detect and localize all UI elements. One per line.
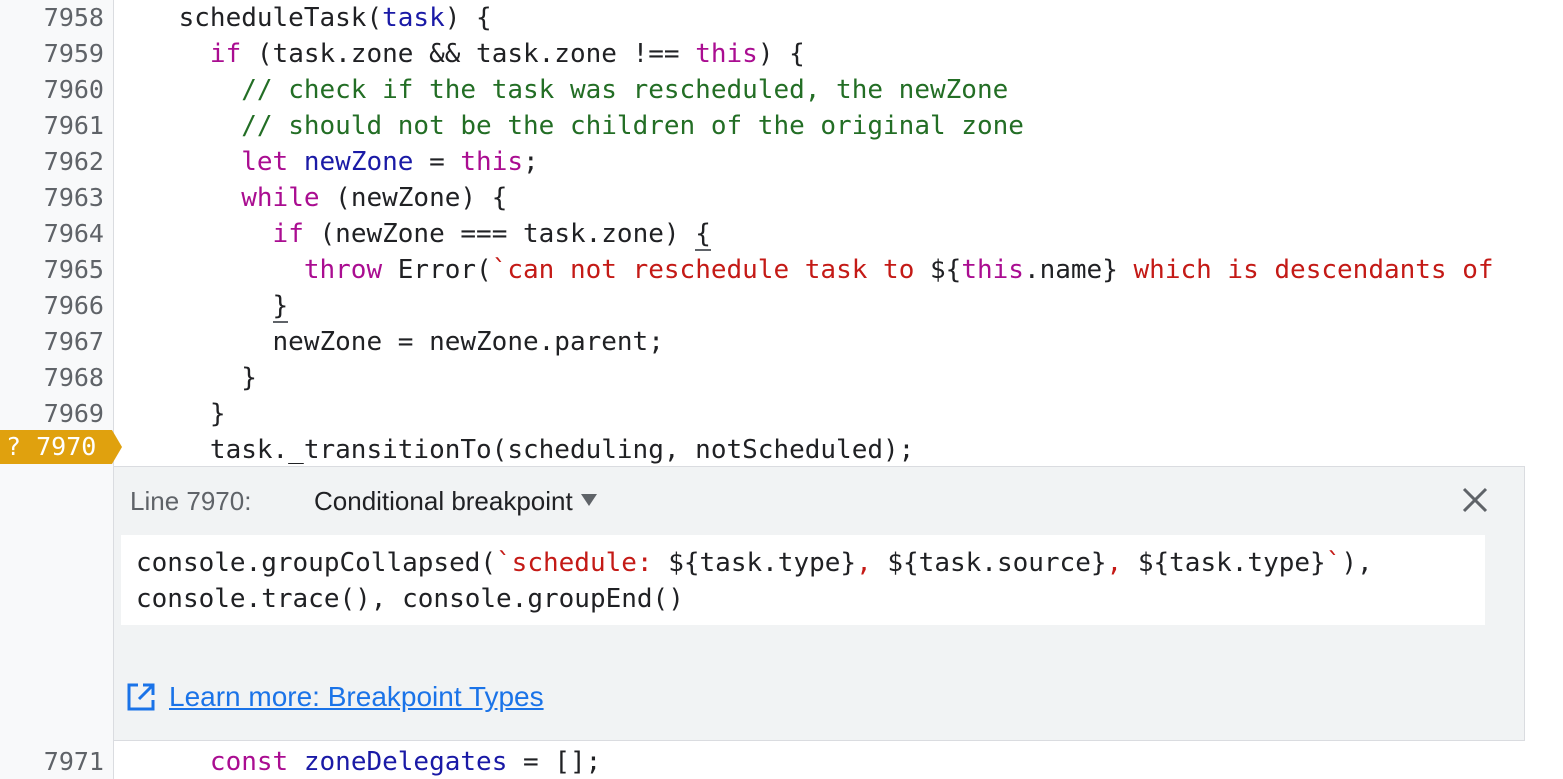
close-icon: [1462, 487, 1488, 513]
close-button[interactable]: [1460, 485, 1490, 515]
code-text: scheduleTask(task) {: [116, 0, 492, 36]
line-number[interactable]: 7967: [0, 324, 104, 360]
line-number[interactable]: 7968: [0, 360, 104, 396]
code-token: ) {: [444, 3, 492, 33]
condition-token: ),: [1341, 548, 1373, 578]
code-token: newZone = newZone.parent;: [116, 327, 664, 357]
code-text: let newZone = this;: [116, 144, 539, 180]
external-link-icon: [127, 683, 155, 711]
code-token: ;: [523, 147, 539, 177]
code-token: let: [241, 147, 289, 177]
code-text: }: [116, 360, 257, 396]
condition-token: `: [1325, 548, 1342, 578]
code-text: throw Error(`can not reschedule task to …: [116, 252, 1494, 288]
condition-token: ${task.source}: [887, 548, 1107, 578]
code-token: {: [695, 219, 711, 251]
line-number[interactable]: 7959: [0, 36, 104, 72]
breakpoint-line-label: Line 7970:: [130, 486, 252, 516]
code-token: which is descendants of: [1117, 255, 1494, 285]
code-text: }: [116, 396, 226, 432]
condition-line: console.groupCollapsed(`schedule: ${task…: [136, 545, 1373, 581]
code-token: ${: [930, 255, 962, 285]
code-token: if: [209, 39, 242, 69]
code-token: zoneDelegates: [303, 747, 508, 777]
condition-token: `schedule:: [496, 548, 669, 578]
code-token: .name}: [1023, 255, 1118, 285]
code-token: task: [382, 3, 445, 33]
line-number[interactable]: 7960: [0, 72, 104, 108]
code-token: =: [413, 147, 461, 177]
code-token: throw: [303, 255, 383, 285]
breakpoint-marker-label: ? 7970: [6, 432, 97, 461]
line-number[interactable]: 7971: [0, 744, 104, 779]
code-text: const zoneDelegates = [];: [116, 744, 601, 779]
code-text: // check if the task was rescheduled, th…: [116, 72, 1008, 108]
learn-more-text: Learn more: Breakpoint Types: [169, 681, 544, 712]
code-token: newZone: [303, 147, 414, 177]
code-token: if: [272, 219, 304, 249]
condition-token: ,: [1106, 548, 1138, 578]
line-number[interactable]: 7965: [0, 252, 104, 288]
breakpoint-marker[interactable]: ? 7970: [0, 430, 122, 464]
condition-token: ${task.type}: [668, 548, 857, 578]
code-text: // should not be the children of the ori…: [116, 108, 1024, 144]
learn-more-link[interactable]: Learn more: Breakpoint Types: [126, 679, 544, 715]
caret-down-icon: [580, 494, 597, 506]
code-token: Error(: [382, 255, 492, 285]
line-number[interactable]: 7969: [0, 396, 104, 432]
condition-line: console.trace(), console.groupEnd(): [136, 581, 684, 617]
code-token: task._transitionTo(scheduling, notSchedu…: [116, 435, 915, 465]
code-text: if (task.zone && task.zone !== this) {: [116, 36, 805, 72]
code-token: // should not be the children of the ori…: [241, 111, 1024, 141]
code-editor[interactable]: 7958 scheduleTask(task) {7959 if (task.z…: [0, 0, 1563, 779]
code-text: newZone = newZone.parent;: [116, 324, 664, 360]
code-token: (task.zone && task.zone !==: [241, 39, 696, 69]
code-token: }: [272, 291, 289, 323]
condition-token: console.trace(), console.groupEnd(): [136, 584, 684, 614]
code-token: (newZone === task.zone): [303, 219, 696, 249]
code-token: scheduleTask(: [116, 3, 383, 33]
code-token: const: [209, 747, 289, 777]
code-text: while (newZone) {: [116, 180, 507, 216]
code-token: while: [241, 183, 320, 213]
code-token: `can not reschedule task to: [491, 255, 930, 285]
breakpoint-edit-panel: Line 7970: Conditional breakpoint consol…: [113, 466, 1525, 741]
condition-token: ,: [856, 548, 888, 578]
code-token: }: [116, 363, 257, 393]
code-token: this: [961, 255, 1024, 285]
code-token: // check if the task was rescheduled, th…: [241, 75, 1009, 105]
breakpoint-panel-header: Line 7970: Conditional breakpoint: [130, 483, 597, 519]
line-number[interactable]: 7962: [0, 144, 104, 180]
breakpoint-type-dropdown[interactable]: Conditional breakpoint: [314, 483, 597, 519]
line-number[interactable]: 7961: [0, 108, 104, 144]
code-token: (newZone) {: [319, 183, 508, 213]
breakpoint-type-label: Conditional breakpoint: [314, 486, 573, 516]
condition-token: ${task.type}: [1137, 548, 1326, 578]
line-number[interactable]: 7958: [0, 0, 104, 36]
code-token: }: [116, 399, 226, 429]
code-text: if (newZone === task.zone) {: [116, 216, 711, 252]
code-token: this: [460, 147, 524, 177]
code-token: ) {: [757, 39, 805, 69]
line-number[interactable]: 7963: [0, 180, 104, 216]
line-number[interactable]: 7966: [0, 288, 104, 324]
condition-token: console.groupCollapsed(: [136, 548, 497, 578]
code-token: this: [695, 39, 758, 69]
line-number[interactable]: 7964: [0, 216, 104, 252]
code-text: task._transitionTo(scheduling, notSchedu…: [116, 432, 914, 468]
code-token: = [];: [507, 747, 602, 777]
breakpoint-condition-editor[interactable]: console.groupCollapsed(`schedule: ${task…: [121, 535, 1485, 625]
code-text: }: [116, 288, 289, 324]
